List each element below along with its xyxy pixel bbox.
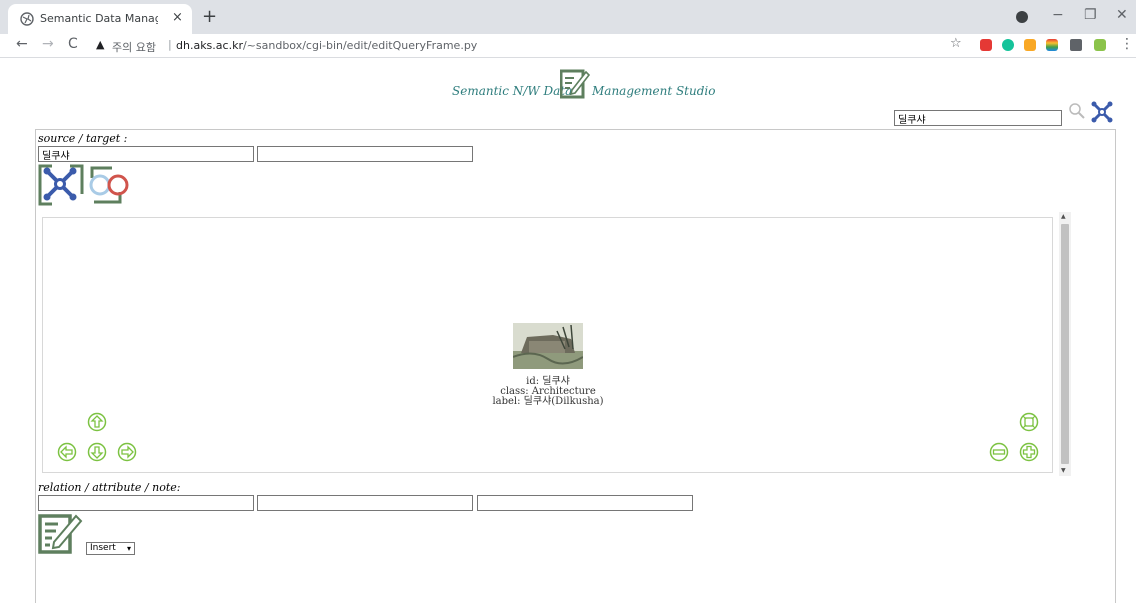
- zoom-in-icon[interactable]: [1019, 442, 1039, 462]
- zoom-out-icon[interactable]: [989, 442, 1009, 462]
- url-text: dh.aks.ac.kr/~sandbox/cgi-bin/edit/editQ…: [176, 39, 477, 52]
- close-window-button[interactable]: ✕: [1116, 7, 1128, 23]
- target-input[interactable]: [257, 146, 473, 162]
- security-warning: 주의 요함: [112, 41, 156, 54]
- extensions-puzzle-icon[interactable]: [1070, 39, 1082, 51]
- chevron-down-icon: ▾: [126, 544, 131, 553]
- browser-tab-bar: Semantic Data Management St × + − ❐ ✕: [0, 0, 1136, 34]
- node-class: class: Architecture: [500, 386, 596, 397]
- close-tab-icon[interactable]: ×: [172, 10, 183, 25]
- extension-user-icon[interactable]: [1094, 39, 1106, 51]
- source-input[interactable]: [38, 146, 254, 162]
- note-input[interactable]: [477, 495, 693, 511]
- attribute-input[interactable]: [257, 495, 473, 511]
- action-selected-value: Insert: [90, 543, 116, 553]
- node-id: id: 딜쿠샤: [526, 376, 570, 387]
- node-label: label: 딜쿠샤(Dilkusha): [492, 396, 604, 407]
- scroll-up-arrow-icon[interactable]: ▲: [1061, 213, 1066, 220]
- warning-icon: ▲: [96, 38, 105, 51]
- extension-pocket-icon[interactable]: [980, 39, 992, 51]
- address-bar[interactable]: ▲ 주의 요함 | dh.aks.ac.kr/~sandbox/cgi-bin/…: [92, 36, 932, 56]
- pan-left-icon[interactable]: [57, 442, 77, 462]
- reload-button[interactable]: C: [68, 36, 78, 52]
- relation-attribute-note-label: relation / attribute / note:: [38, 481, 181, 494]
- browser-tab[interactable]: Semantic Data Management St ×: [8, 4, 192, 34]
- pan-right-icon[interactable]: [117, 442, 137, 462]
- edit-submit-icon[interactable]: [38, 512, 84, 554]
- relation-input[interactable]: [38, 495, 254, 511]
- restore-button[interactable]: ❐: [1084, 7, 1097, 23]
- extension-palette-icon[interactable]: [1046, 39, 1058, 51]
- source-target-label: source / target :: [38, 132, 128, 145]
- url-separator: |: [168, 38, 172, 51]
- global-search-input[interactable]: [894, 110, 1062, 126]
- graph-canvas[interactable]: id: 딜쿠샤 class: Architecture label: 딜쿠샤(D…: [42, 217, 1053, 473]
- zoom-fit-icon[interactable]: [1019, 412, 1039, 432]
- scrollbar-thumb[interactable]: [1061, 224, 1069, 464]
- minimize-button[interactable]: −: [1052, 7, 1064, 23]
- bookmark-star-icon[interactable]: ☆: [950, 36, 962, 51]
- back-button[interactable]: ←: [16, 36, 28, 52]
- forward-button[interactable]: →: [42, 36, 54, 52]
- edit-document-logo-icon: [560, 69, 590, 99]
- search-icon[interactable]: [1068, 102, 1086, 120]
- network-query-icon[interactable]: [38, 164, 84, 206]
- network-graph-icon[interactable]: [1090, 100, 1114, 124]
- browser-menu-icon[interactable]: ⋮: [1120, 36, 1134, 52]
- building-photo-icon: [513, 323, 583, 369]
- url-path: /~sandbox/cgi-bin/edit/editQueryFrame.py: [242, 39, 478, 52]
- page-title-left: Semantic N/W Data: [452, 84, 573, 98]
- browser-toolbar: ← → C ▲ 주의 요함 | dh.aks.ac.kr/~sandbox/cg…: [0, 34, 1136, 58]
- page-title-right: Management Studio: [592, 84, 716, 98]
- node-thumbnail-image[interactable]: [513, 323, 583, 369]
- swap-source-target-icon[interactable]: [86, 164, 132, 206]
- profile-icon[interactable]: [1016, 11, 1028, 23]
- globe-icon: [20, 12, 34, 26]
- scroll-down-arrow-icon[interactable]: ▼: [1061, 467, 1066, 474]
- extension-grammarly-icon[interactable]: [1002, 39, 1014, 51]
- pan-down-icon[interactable]: [87, 442, 107, 462]
- canvas-scrollbar[interactable]: ▲ ▼: [1059, 212, 1071, 476]
- pan-up-icon[interactable]: [87, 412, 107, 432]
- action-select[interactable]: Insert ▾: [86, 542, 135, 555]
- tab-title: Semantic Data Management St: [40, 12, 158, 25]
- url-host: dh.aks.ac.kr: [176, 39, 243, 52]
- extension-link-icon[interactable]: [1024, 39, 1036, 51]
- new-tab-button[interactable]: +: [202, 6, 217, 27]
